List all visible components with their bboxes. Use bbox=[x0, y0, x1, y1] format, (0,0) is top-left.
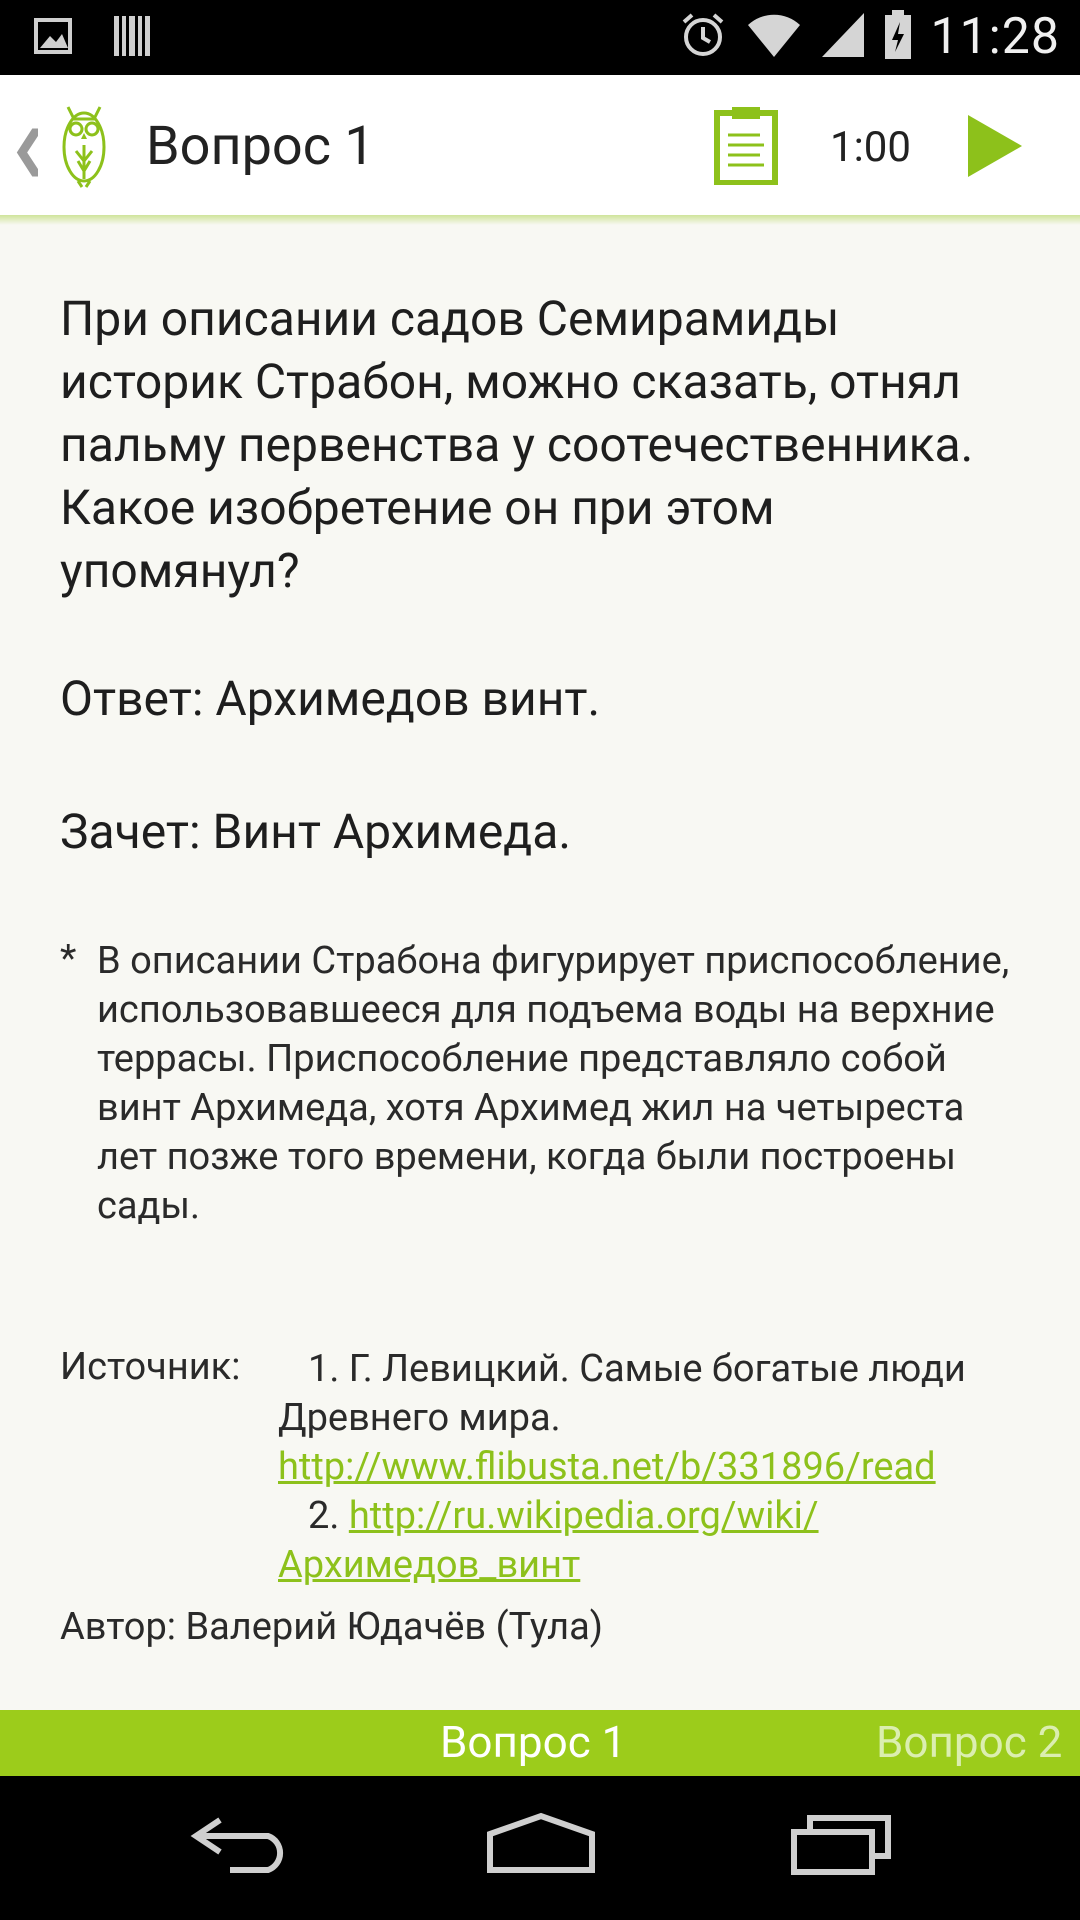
wifi-icon bbox=[746, 11, 802, 63]
author-row: Автор: Валерий Юдачёв (Тула) bbox=[60, 1605, 603, 1649]
recents-icon[interactable] bbox=[790, 1812, 894, 1880]
play-icon[interactable] bbox=[962, 111, 1026, 181]
tab-question-1[interactable]: Вопрос 1 bbox=[440, 1716, 626, 1768]
source-2-number: 2. bbox=[308, 1494, 340, 1538]
tab-question-2[interactable]: Вопрос 2 bbox=[876, 1716, 1062, 1768]
answer-label: Ответ: bbox=[60, 670, 204, 727]
question-content[interactable]: При описании садов Семирамиды историк Ст… bbox=[0, 225, 1080, 1710]
back-icon[interactable] bbox=[190, 1812, 290, 1880]
source-1-link[interactable]: http://www.flibusta.net/b/331896/read bbox=[278, 1445, 936, 1489]
navigation-bar bbox=[0, 1776, 1080, 1920]
app-bar: ❮ Вопрос 1 1:00 bbox=[0, 75, 1080, 215]
answer-row: Ответ: Архимедов винт. bbox=[60, 670, 600, 727]
question-tab-strip[interactable]: Вопрос 1 Вопрос 2 bbox=[0, 1710, 1080, 1776]
credit-row: Зачет: Винт Архимеда. bbox=[60, 803, 571, 860]
signal-icon bbox=[820, 11, 866, 63]
credit-text: Винт Архимеда. bbox=[212, 803, 572, 860]
alarm-icon bbox=[678, 10, 728, 64]
answer-text: Архимедов винт. bbox=[215, 670, 601, 727]
question-text: При описании садов Семирамиды историк Ст… bbox=[60, 290, 974, 599]
home-icon[interactable] bbox=[486, 1812, 596, 1880]
source-2-link[interactable]: http://ru.wikipedia.org/wiki/Архимедов_в… bbox=[278, 1494, 819, 1587]
source-1-text: 1. Г. Левицкий. Самые богатые люди Древн… bbox=[278, 1347, 966, 1440]
author-label: Автор: bbox=[60, 1605, 177, 1649]
status-time: 11:28 bbox=[930, 8, 1060, 66]
comment-text: В описании Страбона фигурирует приспособ… bbox=[97, 939, 1010, 1228]
author-name: Валерий Юдачёв (Тула) bbox=[185, 1605, 604, 1649]
clipboard-icon[interactable] bbox=[714, 105, 778, 186]
screen-title: Вопрос 1 bbox=[146, 115, 375, 178]
battery-icon bbox=[884, 10, 912, 64]
timer-text[interactable]: 1:00 bbox=[830, 123, 911, 172]
source-label: Источник: bbox=[60, 1345, 241, 1389]
source-list: 1. Г. Левицкий. Самые богатые люди Древн… bbox=[278, 1345, 1038, 1590]
app-bar-divider bbox=[0, 215, 1080, 225]
comment-marker: * bbox=[60, 937, 77, 981]
barcode-icon bbox=[112, 14, 152, 62]
credit-label: Зачет: bbox=[60, 803, 201, 860]
status-bar: 11:28 bbox=[0, 0, 1080, 75]
image-icon bbox=[34, 16, 74, 60]
owl-logo-icon[interactable] bbox=[38, 99, 130, 193]
